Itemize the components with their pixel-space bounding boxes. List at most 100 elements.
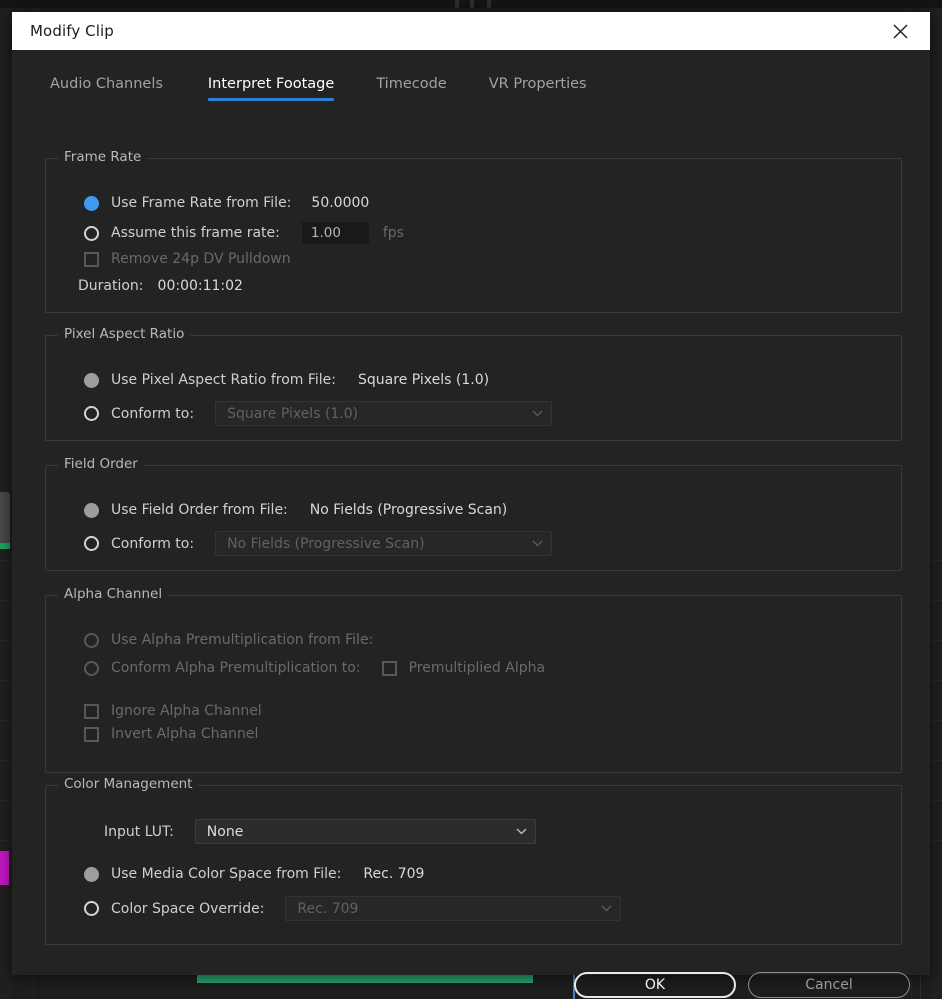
tab-audio-channels[interactable]: Audio Channels [50,76,163,101]
label-use-frame-rate-from-file: Use Frame Rate from File: [111,195,292,211]
row-ignore-alpha-channel: Ignore Alpha Channel [84,703,262,719]
timeline-clip-magenta [0,851,9,885]
row-conform-field-order[interactable]: Conform to: No Fields (Progressive Scan) [84,531,553,556]
radio-conform-alpha-premultiplication [84,660,99,676]
timeline-clip [0,492,10,546]
tab-timecode[interactable]: Timecode [376,76,446,101]
row-input-lut[interactable]: Input LUT: None [104,819,536,844]
label-use-alpha-premultiplication: Use Alpha Premultiplication from File: [111,632,374,648]
dialog-body: Audio Channels Interpret Footage Timecod… [12,50,930,998]
value-field-order-from-file: No Fields (Progressive Scan) [309,502,508,518]
radio-use-alpha-premultiplication [84,632,99,648]
backdrop-top-notch [455,0,459,8]
timeline-clip-green [0,543,10,549]
ok-button[interactable]: OK [574,972,736,998]
modify-clip-dialog: Modify Clip Audio Channels Interpret Foo… [12,12,930,998]
group-label: Color Management [58,776,199,792]
group-label: Field Order [58,456,144,472]
dropdown-value: Rec. 709 [297,900,359,917]
checkbox-ignore-alpha-channel [84,703,99,719]
row-use-field-order-from-file[interactable]: Use Field Order from File: No Fields (Pr… [84,502,507,518]
row-invert-alpha-channel: Invert Alpha Channel [84,726,258,742]
radio-assume-frame-rate[interactable] [84,225,99,241]
dropdown-conform-field-order: No Fields (Progressive Scan) [215,531,553,556]
row-remove-24p-pulldown: Remove 24p DV Pulldown [84,251,291,267]
value-duration: 00:00:11:02 [157,278,243,294]
chevron-down-icon [516,828,527,835]
label-color-space-override: Color Space Override: [111,900,265,917]
group-frame-rate: Frame Rate Use Frame Rate from File: 50.… [45,149,902,313]
label-conform-alpha-premultiplication: Conform Alpha Premultiplication to: [111,660,361,676]
tab-label: Interpret Footage [207,76,335,92]
tab-bar: Audio Channels Interpret Footage Timecod… [12,76,930,112]
label-fps-unit: fps [382,225,404,241]
tab-label: Audio Channels [50,76,163,92]
row-color-space-override[interactable]: Color Space Override: Rec. 709 [84,896,622,921]
assume-frame-rate-value: 1.00 [310,225,341,241]
tab-label: Timecode [376,76,447,92]
backdrop-top-notch [487,0,491,8]
label-premultiplied-alpha: Premultiplied Alpha [408,660,546,676]
row-duration: Duration: 00:00:11:02 [78,278,243,294]
radio-use-field-order-from-file[interactable] [84,502,99,518]
tab-label: VR Properties [488,76,587,92]
value-par-from-file: Square Pixels (1.0) [358,372,490,388]
close-icon[interactable] [878,12,922,50]
radio-color-space-override[interactable] [84,901,99,916]
checkbox-premultiplied-alpha [381,660,397,676]
value-frame-rate-from-file: 50.0000 [311,195,370,211]
radio-use-frame-rate-from-file[interactable] [84,195,99,211]
label-invert-alpha-channel: Invert Alpha Channel [111,726,259,742]
timeline-right-panel [930,8,942,999]
row-conform-par[interactable]: Conform to: Square Pixels (1.0) [84,401,553,426]
chevron-down-icon [532,410,543,417]
label-assume-frame-rate: Assume this frame rate: [111,225,280,241]
checkbox-remove-24p-pulldown [84,251,99,267]
label-ignore-alpha-channel: Ignore Alpha Channel [111,703,262,719]
row-assume-frame-rate[interactable]: Assume this frame rate: 1.00 fps [84,222,404,244]
ok-button-label: OK [644,977,666,993]
tab-interpret-footage[interactable]: Interpret Footage [207,76,335,101]
group-color-management: Color Management Input LUT: None Use Med… [45,776,902,945]
chevron-down-icon [601,905,612,912]
dropdown-conform-par: Square Pixels (1.0) [215,401,553,426]
group-label: Alpha Channel [58,586,169,602]
tab-active-underline [207,98,335,101]
tab-vr-properties[interactable]: VR Properties [489,76,587,101]
label-conform-par: Conform to: [111,405,195,422]
assume-frame-rate-input[interactable]: 1.00 [301,222,369,244]
row-use-frame-rate-from-file[interactable]: Use Frame Rate from File: 50.0000 [84,195,369,211]
dropdown-input-lut[interactable]: None [194,819,536,844]
radio-conform-par[interactable] [84,406,99,421]
label-use-par-from-file: Use Pixel Aspect Ratio from File: [111,372,337,388]
dropdown-value: Square Pixels (1.0) [227,405,359,422]
row-use-media-color-space[interactable]: Use Media Color Space from File: Rec. 70… [84,866,424,882]
label-duration: Duration: [78,278,144,294]
group-field-order: Field Order Use Field Order from File: N… [45,456,902,571]
value-media-color-space: Rec. 709 [363,866,425,882]
group-label: Pixel Aspect Ratio [58,326,191,342]
group-label: Frame Rate [58,149,148,165]
radio-use-media-color-space[interactable] [84,866,99,882]
label-use-media-color-space: Use Media Color Space from File: [111,866,342,882]
cancel-button-label: Cancel [805,977,853,993]
dropdown-color-space-override: Rec. 709 [285,896,622,921]
label-remove-24p-pulldown: Remove 24p DV Pulldown [111,251,291,267]
dropdown-value: None [206,823,244,840]
chevron-down-icon [532,540,543,547]
group-alpha-channel: Alpha Channel Use Alpha Premultiplicatio… [45,586,902,773]
row-use-par-from-file[interactable]: Use Pixel Aspect Ratio from File: Square… [84,372,489,388]
label-input-lut: Input LUT: [104,823,174,840]
timeline-render-bar [197,974,533,983]
backdrop-top-notch [470,0,474,8]
page-title: Modify Clip [30,22,114,40]
row-conform-alpha-premultiplication: Conform Alpha Premultiplication to: Prem… [84,660,545,676]
radio-conform-field-order[interactable] [84,536,99,551]
dialog-title-bar: Modify Clip [12,12,930,50]
radio-use-par-from-file[interactable] [84,372,99,388]
label-conform-field-order: Conform to: [111,535,195,552]
group-pixel-aspect-ratio: Pixel Aspect Ratio Use Pixel Aspect Rati… [45,326,902,441]
checkbox-invert-alpha-channel [84,726,99,742]
cancel-button[interactable]: Cancel [748,972,910,998]
label-use-field-order-from-file: Use Field Order from File: [111,502,288,518]
